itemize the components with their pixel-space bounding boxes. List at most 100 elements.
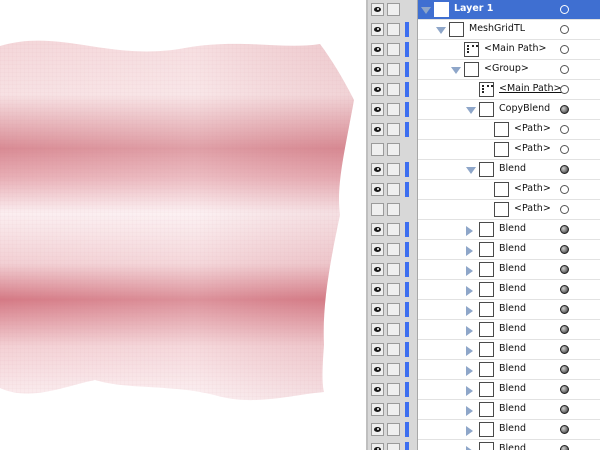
layer-row[interactable]: Blend [368,320,600,340]
lock-toggle[interactable] [387,263,400,276]
lock-toggle[interactable] [387,63,400,76]
target-icon[interactable] [560,405,569,414]
lock-toggle[interactable] [387,423,400,436]
visibility-toggle[interactable] [371,283,384,296]
layer-row[interactable]: <Path> [368,120,600,140]
layer-row[interactable]: Blend [368,160,600,180]
visibility-toggle[interactable] [371,83,384,96]
visibility-toggle[interactable] [371,383,384,396]
lock-toggle[interactable] [387,103,400,116]
expand-arrow-icon[interactable] [466,246,473,256]
expand-arrow-icon[interactable] [466,426,473,436]
collapse-arrow-icon[interactable] [421,7,431,14]
target-icon[interactable] [560,5,569,14]
layer-row[interactable]: CopyBlend [368,100,600,120]
target-icon[interactable] [560,25,569,34]
target-icon[interactable] [560,345,569,354]
lock-toggle[interactable] [387,243,400,256]
lock-toggle[interactable] [387,363,400,376]
layer-row[interactable]: <Path> [368,200,600,220]
target-icon[interactable] [560,185,569,194]
lock-toggle[interactable] [387,283,400,296]
visibility-toggle[interactable] [371,203,384,216]
collapse-arrow-icon[interactable] [466,107,476,114]
visibility-toggle[interactable] [371,103,384,116]
visibility-toggle[interactable] [371,443,384,450]
target-icon[interactable] [560,125,569,134]
artboard-canvas[interactable] [0,0,366,450]
visibility-toggle[interactable] [371,303,384,316]
layer-row[interactable]: <Main Path> [368,80,600,100]
layer-row[interactable]: Blend [368,260,600,280]
lock-toggle[interactable] [387,443,400,450]
layer-row[interactable]: Blend [368,220,600,240]
target-icon[interactable] [560,325,569,334]
layer-row[interactable]: MeshGridTL [368,20,600,40]
target-icon[interactable] [560,85,569,94]
lock-toggle[interactable] [387,303,400,316]
expand-arrow-icon[interactable] [466,446,473,450]
visibility-toggle[interactable] [371,3,384,16]
layer-row[interactable]: Blend [368,380,600,400]
lock-toggle[interactable] [387,43,400,56]
layer-row[interactable]: Blend [368,440,600,450]
lock-toggle[interactable] [387,343,400,356]
layer-row[interactable]: <Path> [368,140,600,160]
expand-arrow-icon[interactable] [466,346,473,356]
visibility-toggle[interactable] [371,243,384,256]
layer-row[interactable]: Blend [368,300,600,320]
expand-arrow-icon[interactable] [466,326,473,336]
visibility-toggle[interactable] [371,23,384,36]
expand-arrow-icon[interactable] [466,386,473,396]
target-icon[interactable] [560,205,569,214]
lock-toggle[interactable] [387,223,400,236]
visibility-toggle[interactable] [371,143,384,156]
visibility-toggle[interactable] [371,403,384,416]
lock-toggle[interactable] [387,183,400,196]
target-icon[interactable] [560,425,569,434]
visibility-toggle[interactable] [371,323,384,336]
visibility-toggle[interactable] [371,163,384,176]
visibility-toggle[interactable] [371,123,384,136]
lock-toggle[interactable] [387,143,400,156]
collapse-arrow-icon[interactable] [436,27,446,34]
visibility-toggle[interactable] [371,343,384,356]
lock-toggle[interactable] [387,403,400,416]
lock-toggle[interactable] [387,83,400,96]
expand-arrow-icon[interactable] [466,366,473,376]
layer-row[interactable]: Blend [368,420,600,440]
target-icon[interactable] [560,245,569,254]
expand-arrow-icon[interactable] [466,266,473,276]
collapse-arrow-icon[interactable] [451,67,461,74]
expand-arrow-icon[interactable] [466,226,473,236]
visibility-toggle[interactable] [371,263,384,276]
visibility-toggle[interactable] [371,43,384,56]
target-icon[interactable] [560,105,569,114]
visibility-toggle[interactable] [371,423,384,436]
lock-toggle[interactable] [387,163,400,176]
expand-arrow-icon[interactable] [466,406,473,416]
target-icon[interactable] [560,165,569,174]
visibility-toggle[interactable] [371,363,384,376]
target-icon[interactable] [560,385,569,394]
layer-row[interactable]: Blend [368,280,600,300]
target-icon[interactable] [560,145,569,154]
target-icon[interactable] [560,225,569,234]
visibility-toggle[interactable] [371,63,384,76]
target-icon[interactable] [560,65,569,74]
target-icon[interactable] [560,445,569,450]
layer-row[interactable]: Blend [368,240,600,260]
lock-toggle[interactable] [387,3,400,16]
lock-toggle[interactable] [387,323,400,336]
target-icon[interactable] [560,45,569,54]
lock-toggle[interactable] [387,203,400,216]
lock-toggle[interactable] [387,23,400,36]
target-icon[interactable] [560,265,569,274]
layer-row[interactable]: <Path> [368,180,600,200]
layer-row[interactable]: <Main Path> [368,40,600,60]
expand-arrow-icon[interactable] [466,306,473,316]
visibility-toggle[interactable] [371,183,384,196]
layer-row[interactable]: Blend [368,340,600,360]
lock-toggle[interactable] [387,383,400,396]
target-icon[interactable] [560,305,569,314]
